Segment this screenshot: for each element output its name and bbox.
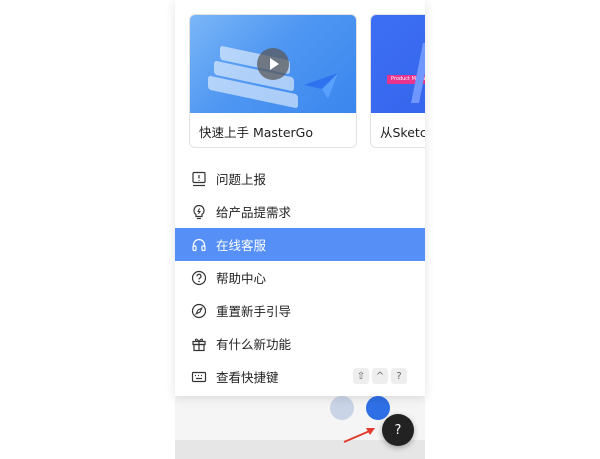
keyboard-icon — [191, 369, 207, 385]
menu-item-label: 帮助中心 — [216, 271, 267, 286]
menu-item-feature-request[interactable]: 给产品提需求 — [175, 195, 425, 228]
menu-item-help-center[interactable]: 帮助中心 — [175, 261, 425, 294]
menu-item-online-support[interactable]: 在线客服 — [175, 228, 425, 261]
menu-item-label: 查看快捷键 — [216, 370, 279, 385]
menu-item-whats-new[interactable]: 有什么新功能 — [175, 327, 425, 360]
help-popup: 快速上手 MasterGo Product Manage 从Sketch 问题上… — [175, 0, 425, 396]
headset-icon — [191, 237, 207, 253]
avatar — [330, 396, 354, 420]
arrow-shape-icon — [411, 43, 425, 103]
menu-item-shortcuts[interactable]: 查看快捷键 ⇧ ^ ? — [175, 360, 425, 393]
question-key: ? — [391, 368, 407, 384]
shift-key: ⇧ — [353, 368, 369, 384]
menu-item-label: 问题上报 — [216, 172, 267, 187]
menu-item-label: 重置新手引导 — [216, 304, 292, 319]
card-title: 从Sketch — [380, 125, 425, 140]
mastergo-logo-icon — [304, 73, 338, 99]
menu-item-label: 给产品提需求 — [216, 205, 292, 220]
video-thumbnail — [190, 15, 356, 113]
avatar — [366, 396, 390, 420]
help-button[interactable]: ? — [382, 414, 414, 446]
help-menu: 问题上报 给产品提需求 在线客服 帮助中心 重置新手引导 有什么新功能 查看快捷… — [175, 162, 425, 393]
menu-item-label: 在线客服 — [216, 238, 267, 253]
ctrl-key: ^ — [372, 368, 388, 384]
menu-item-reset-guide[interactable]: 重置新手引导 — [175, 294, 425, 327]
video-thumbnail: Product Manage — [371, 15, 425, 113]
lightbulb-icon — [191, 204, 207, 220]
gift-icon — [191, 336, 207, 352]
annotation-arrow-icon — [343, 428, 375, 443]
card-title: 快速上手 MasterGo — [199, 125, 313, 140]
tutorial-card-quickstart[interactable]: 快速上手 MasterGo — [189, 14, 357, 148]
menu-item-report[interactable]: 问题上报 — [175, 162, 425, 195]
question-circle-icon — [191, 270, 207, 286]
shortcut-keys: ⇧ ^ ? — [353, 368, 407, 384]
compass-icon — [191, 303, 207, 319]
tutorial-card-sketch[interactable]: Product Manage 从Sketch — [370, 14, 425, 148]
menu-item-label: 有什么新功能 — [216, 337, 292, 352]
play-icon[interactable] — [257, 48, 289, 80]
tutorial-cards: 快速上手 MasterGo Product Manage 从Sketch — [175, 0, 425, 160]
report-icon — [191, 171, 207, 187]
